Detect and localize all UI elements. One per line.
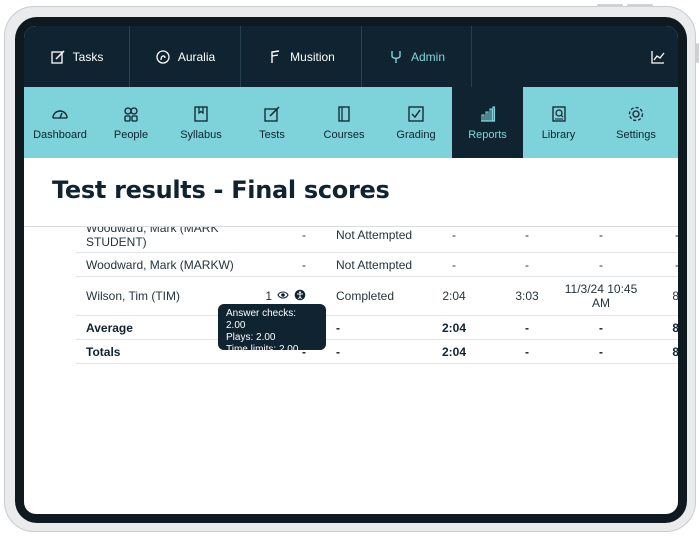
gauge-icon [52,109,68,119]
attempts-cell: - [302,227,306,242]
time-cell: 2:04 [442,289,466,303]
time-cell: - [452,227,456,242]
score-cell: - [659,253,678,276]
student-name[interactable]: Woodward, Mark (MARKW) [86,253,256,276]
top-tab-label: Auralia [177,49,216,64]
nav-label: Courses [323,128,365,141]
musition-icon [271,49,280,63]
top-tab-auralia[interactable]: Auralia [130,26,241,87]
nav-item-dashboard[interactable]: Dashboard [24,87,96,158]
nav-label: Dashboard [33,128,87,141]
nav-item-people[interactable]: People [96,87,166,158]
chart-line-icon[interactable] [638,26,678,87]
top-bar: Tasks Auralia Musition Admin [24,26,678,87]
nav-item-settings[interactable]: Settings [594,87,678,158]
tooltip-line: Time limits: 2.00 [226,344,299,355]
time-cell: 3:03 [515,289,539,303]
status-cell: Not Attempted [336,257,413,272]
time-cell: - [452,257,456,272]
reports-icon [480,105,495,122]
auralia-icon [156,49,170,64]
library-icon [551,105,566,122]
attempts-cell: - [302,257,306,272]
courses-icon [338,105,350,122]
tooltip-line: Plays: 2.00 [226,332,276,343]
gear-icon [628,106,644,121]
page-title: Test results - Final scores [52,176,390,204]
date-cell: - [599,344,603,359]
app-screen: Tasks Auralia Musition Admin Dashboard P… [24,26,678,514]
top-tab-label: Tasks [72,49,104,64]
nav-label: Reports [468,128,507,141]
status-cell: - [336,320,340,335]
time-cell: - [525,257,529,272]
status-cell: Completed [336,289,395,303]
nav-item-syllabus[interactable]: Syllabus [166,87,236,158]
side-button [696,43,699,63]
date-cell: - [599,257,603,272]
admin-icon [391,50,401,63]
status-cell: Not Attempted [336,227,413,242]
time-cell: 2:04 [441,344,467,359]
syllabus-icon [194,105,208,122]
status-cell: - [336,344,340,359]
table-row: Woodward, Mark (MARKW) - Not Attempted -… [76,253,678,277]
score-cell: 8 [672,289,678,303]
top-tab-label: Musition [290,49,335,64]
totals-row: Totals - - 2:04 - - 8 [76,340,678,364]
nav-item-grading[interactable]: Grading [380,87,452,158]
tests-icon [264,105,280,122]
nav-item-tests[interactable]: Tests [236,87,308,158]
time-cell: - [525,344,529,359]
results-table: Woodward, Mark (MARK STUDENT) - Not Atte… [24,227,678,427]
top-tab-musition[interactable]: Musition [241,26,362,87]
nav-item-courses[interactable]: Courses [308,87,380,158]
time-cell: - [525,320,529,335]
eye-icon[interactable] [277,289,289,304]
attempts-count: 1 [265,289,272,303]
people-icon [124,106,138,122]
nav-item-reports[interactable]: Reports [452,87,523,158]
student-name[interactable]: Woodward, Mark (MARK STUDENT) [86,227,256,252]
power-button [627,4,653,7]
nav-item-library[interactable]: Library [523,87,594,158]
time-cell: - [525,227,529,242]
accommodations-tooltip: Answer checks: 2.00 Plays: 2.00 Time lim… [218,304,326,355]
date-cell: - [599,320,603,335]
bezel: Tasks Auralia Musition Admin Dashboard P… [15,17,687,523]
table-row: Wilson, Tim (TIM) 1 Completed 2:04 3:03 … [76,277,678,316]
nav-label: Syllabus [180,128,222,141]
top-tab-tasks[interactable]: Tasks [24,26,130,87]
nav-label: Tests [259,128,285,141]
tooltip-line: Answer checks: 2.00 [226,308,297,331]
edit-icon [51,49,65,64]
score-cell: - [659,227,678,252]
score-cell: 8 [672,320,678,335]
accessibility-icon[interactable] [294,289,306,304]
time-cell: 2:04 [441,320,467,335]
average-row: Average - - 2:04 - - 8 [76,316,678,340]
volume-button [597,4,623,7]
date-cell: - [599,227,603,242]
tablet-frame: Tasks Auralia Musition Admin Dashboard P… [4,4,699,532]
nav-label: People [113,128,149,141]
table-row: Woodward, Mark (MARK STUDENT) - Not Atte… [76,227,678,253]
score-cell: 8 [672,344,678,359]
date-cell: 11/3/24 10:45 AM [564,282,638,310]
nav-label: Settings [616,128,656,141]
grading-icon [408,105,424,122]
top-tab-label: Admin [410,49,445,64]
top-tab-admin[interactable]: Admin [362,26,472,87]
nav-label: Library [541,128,576,141]
nav-label: Grading [396,128,436,141]
main-nav: Dashboard People Syllabus Tests Courses [24,87,678,158]
